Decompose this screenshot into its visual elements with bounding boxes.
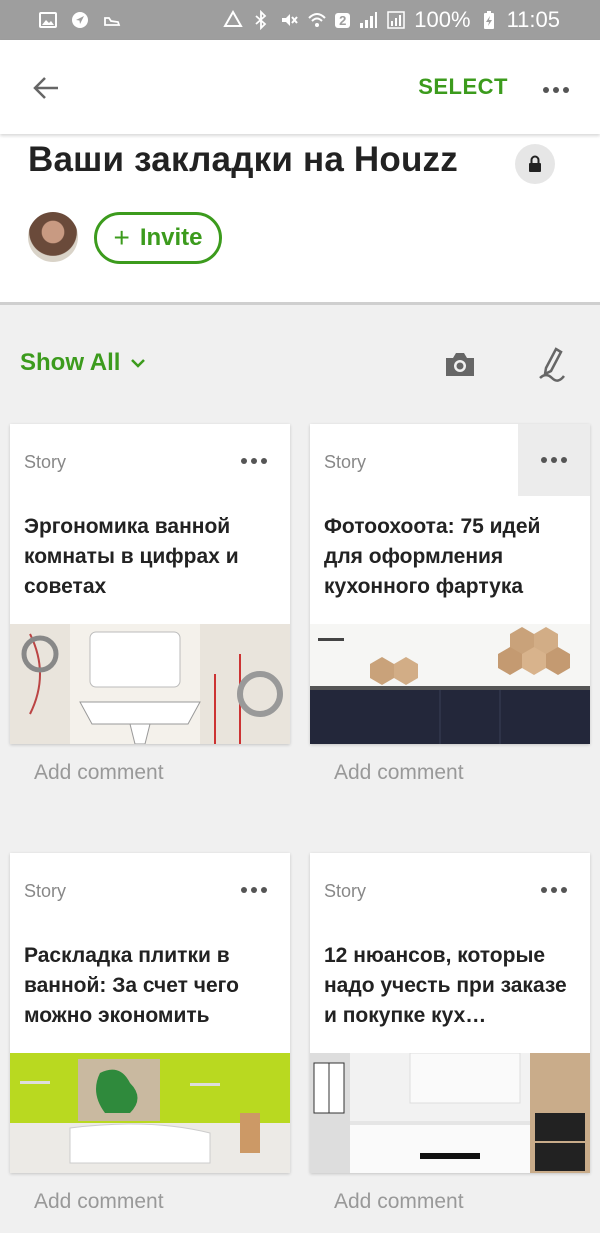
clock: 11:05 [506,7,560,32]
page-title: Ваши закладки на Houzz [28,140,458,179]
arrow-left-icon [33,77,58,99]
card-tile-layout[interactable]: Story Раскладка плитки в ванной: За счет… [10,853,290,1173]
card-ergonomics[interactable]: Story Эргономика ванной комнаты в цифрах… [10,424,290,744]
app-bar: SELECT [0,40,600,134]
select-button[interactable]: SELECT [418,74,508,100]
card-image [310,1053,590,1173]
card-image [310,624,590,744]
add-comment-link[interactable]: Add comment [334,761,464,785]
battery-percent: 100% [414,7,471,32]
show-all-filter[interactable]: Show All [20,349,146,377]
shoe-icon [102,10,122,30]
add-comment-link[interactable]: Add comment [34,1190,164,1214]
back-button[interactable] [28,70,64,106]
ideabook-header: Ваши закладки на Houzz + Invite [0,134,600,305]
gallery-icon [38,10,58,30]
card-image [10,1053,290,1173]
more-horizontal-icon [241,458,267,464]
navigation-icon [70,10,90,30]
avatar[interactable] [28,212,78,262]
data-saver-icon [223,10,243,30]
card-more-button[interactable] [518,424,590,496]
plus-icon: + [113,222,130,253]
lock-icon[interactable] [515,144,555,184]
more-options-button[interactable] [538,72,574,108]
card-more-button[interactable] [234,446,274,476]
card-type: Story [324,881,367,901]
mute-icon [279,10,299,30]
more-horizontal-icon [543,87,569,93]
card-kitchen-backsplash[interactable]: Story Фотоохоота: 75 идей для оформления… [310,424,590,744]
more-horizontal-icon [241,887,267,893]
card-title: 12 нюансов, которые надо учесть при зака… [324,944,567,1027]
bluetooth-icon [251,10,271,30]
chevron-down-icon [131,359,146,368]
card-type: Story [324,452,367,472]
card-title: Эргономика ванной комнаты в цифрах и сов… [24,515,239,598]
card-more-button[interactable] [534,875,574,905]
card-kitchen-tips[interactable]: Story 12 нюансов, которые надо учесть пр… [310,853,590,1173]
invite-label: Invite [139,224,203,251]
card-more-button[interactable] [234,875,274,905]
card-type: Story [24,452,67,472]
add-comment-link[interactable]: Add comment [334,1190,464,1214]
more-horizontal-icon [541,457,567,463]
status-bar: 2 100% 11:05 [0,0,600,40]
battery-icon [479,10,499,30]
signal-icon [358,10,378,30]
card-type: Story [24,881,67,901]
add-comment-link[interactable]: Add comment [34,761,164,785]
filter-label: Show All [20,349,121,376]
card-image [10,624,290,744]
card-title: Фотоохоота: 75 идей для оформления кухон… [324,515,541,598]
signal-icon-2 [386,10,406,30]
more-horizontal-icon [541,887,567,893]
camera-icon[interactable] [442,346,478,382]
wifi-icon [307,10,327,30]
card-title: Раскладка плитки в ванной: За счет чего … [24,944,239,1027]
sim-badge: 2 [335,12,351,28]
invite-button[interactable]: + Invite [94,212,222,264]
edit-pen-icon[interactable] [532,344,572,384]
